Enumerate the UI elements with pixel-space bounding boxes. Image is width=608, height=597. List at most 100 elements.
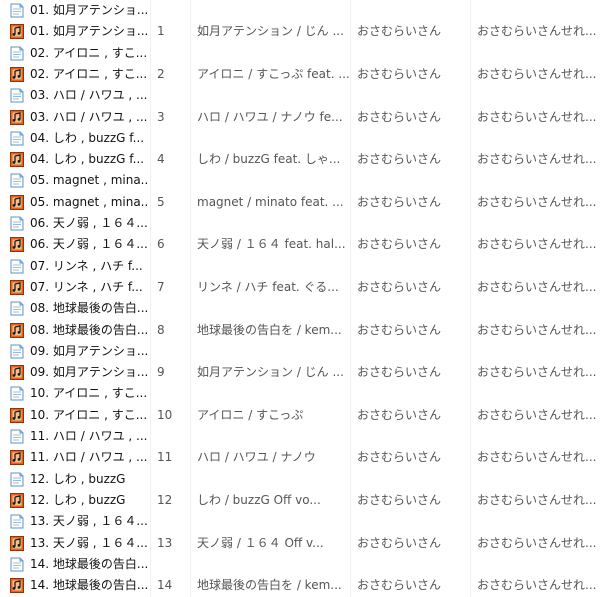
track-title: しわ / buzzG Off vo... <box>197 493 321 507</box>
track-title: ハロ / ハワユ / ナノウ fe... <box>197 110 343 124</box>
file-row[interactable]: 10. アイロニ , すこ... <box>0 383 608 404</box>
file-row[interactable]: 05. magnet , mina... <box>0 170 608 191</box>
track-album: おさむらいさんせれ... <box>477 493 597 507</box>
text-file-icon <box>10 557 24 572</box>
track-number: 10 <box>157 408 173 422</box>
text-file-icon <box>10 216 24 231</box>
file-row[interactable]: 03. ハロ / ハワユ , ... <box>0 85 608 106</box>
text-file-icon <box>10 514 24 529</box>
file-row[interactable]: 01. 如月アテンショ... <box>0 0 608 21</box>
file-row[interactable]: 08. 地球最後の告白... <box>0 298 608 319</box>
file-row[interactable]: 13. 天ノ弱 , １６４... <box>0 511 608 532</box>
file-name: 01. 如月アテンショ... <box>30 3 148 17</box>
file-row[interactable]: 14. 地球最後の告白... 14 地球最後の告白を / kem... おさむら… <box>0 575 608 596</box>
track-album: おさむらいさんせれ... <box>477 323 597 337</box>
file-row[interactable]: 04. しわ , buzzG f... 4 しわ / buzzG feat. し… <box>0 149 608 170</box>
file-row[interactable]: 08. 地球最後の告白... 8 地球最後の告白を / kem... おさむらい… <box>0 320 608 341</box>
text-file-icon <box>10 259 24 274</box>
file-row[interactable]: 11. ハロ / ハワユ , ... 11 ハロ / ハワユ / ナノウ おさむ… <box>0 447 608 468</box>
track-album: おさむらいさんせれ... <box>477 110 597 124</box>
text-file-icon <box>10 131 24 146</box>
file-name: 02. アイロニ , すこ... <box>30 46 148 60</box>
file-row[interactable]: 10. アイロニ , すこ... 10 アイロニ / すこっぷ おさむらいさん … <box>0 405 608 426</box>
track-artist: おさむらいさん <box>357 408 442 422</box>
file-row[interactable]: 09. 如月アテンショ... <box>0 341 608 362</box>
file-name: 10. アイロニ , すこ... <box>30 408 148 422</box>
track-artist: おさむらいさん <box>357 323 442 337</box>
file-name: 12. しわ , buzzG <box>30 493 126 507</box>
file-name: 07. リンネ , ハチ f... <box>30 259 143 273</box>
audio-file-icon <box>10 408 24 423</box>
track-title: アイロニ / すこっぷ feat. ... <box>197 67 349 81</box>
track-artist: おさむらいさん <box>357 195 442 209</box>
track-number: 3 <box>157 110 165 124</box>
file-row[interactable]: 07. リンネ , ハチ f... <box>0 256 608 277</box>
track-title: リンネ / ハチ feat. ぐる... <box>197 280 339 294</box>
track-number: 7 <box>157 280 165 294</box>
audio-file-icon <box>10 110 24 125</box>
track-title: 地球最後の告白を / kem... <box>197 323 342 337</box>
track-number: 12 <box>157 493 173 507</box>
file-row[interactable]: 12. しわ , buzzG <box>0 469 608 490</box>
file-row[interactable]: 01. 如月アテンショ... 1 如月アテンション / じん ... おさむらい… <box>0 21 608 42</box>
track-number: 8 <box>157 323 165 337</box>
track-artist: おさむらいさん <box>357 280 442 294</box>
file-row[interactable]: 14. 地球最後の告白... <box>0 554 608 575</box>
track-title: 如月アテンション / じん ... <box>197 24 344 38</box>
file-row[interactable]: 11. ハロ / ハワユ , ... <box>0 426 608 447</box>
file-name: 05. magnet , mina... <box>30 173 148 187</box>
track-title: magnet / minato feat. ... <box>197 195 344 209</box>
file-name: 08. 地球最後の告白... <box>30 301 148 315</box>
file-row[interactable]: 07. リンネ , ハチ f... 7 リンネ / ハチ feat. ぐる...… <box>0 277 608 298</box>
text-file-icon <box>10 88 24 103</box>
track-album: おさむらいさんせれ... <box>477 67 597 81</box>
track-title: ハロ / ハワユ / ナノウ <box>197 450 316 464</box>
track-album: おさむらいさんせれ... <box>477 280 597 294</box>
track-album: おさむらいさんせれ... <box>477 408 597 422</box>
file-row[interactable]: 09. 如月アテンショ... 9 如月アテンション / じん ... おさむらい… <box>0 362 608 383</box>
file-row[interactable]: 13. 天ノ弱 , １６４... 13 天ノ弱 / １６４ Off v... お… <box>0 533 608 554</box>
audio-file-icon <box>10 323 24 338</box>
track-title: 天ノ弱 / １６４ feat. hal... <box>197 237 346 251</box>
text-file-icon <box>10 344 24 359</box>
text-file-icon <box>10 429 24 444</box>
track-album: おさむらいさんせれ... <box>477 450 597 464</box>
text-file-icon <box>10 3 24 18</box>
text-file-icon <box>10 46 24 61</box>
file-name: 08. 地球最後の告白... <box>30 323 148 337</box>
file-name: 13. 天ノ弱 , １６４... <box>30 514 148 528</box>
track-number: 2 <box>157 67 165 81</box>
text-file-icon <box>10 301 24 316</box>
file-row[interactable]: 06. 天ノ弱 , １６４... 6 天ノ弱 / １６４ feat. hal..… <box>0 234 608 255</box>
file-name: 09. 如月アテンショ... <box>30 365 148 379</box>
file-row[interactable]: 03. ハロ / ハワユ , ... 3 ハロ / ハワユ / ナノウ fe..… <box>0 107 608 128</box>
file-row[interactable]: 02. アイロニ , すこ... 2 アイロニ / すこっぷ feat. ...… <box>0 64 608 85</box>
track-album: おさむらいさんせれ... <box>477 237 597 251</box>
track-number: 11 <box>157 450 173 464</box>
text-file-icon <box>10 173 24 188</box>
audio-file-icon <box>10 450 24 465</box>
file-row[interactable]: 05. magnet , mina... 5 magnet / minato f… <box>0 192 608 213</box>
file-name: 14. 地球最後の告白... <box>30 557 148 571</box>
file-name: 03. ハロ / ハワユ , ... <box>30 88 148 102</box>
track-number: 14 <box>157 578 173 592</box>
file-name: 09. 如月アテンショ... <box>30 344 148 358</box>
file-name: 11. ハロ / ハワユ , ... <box>30 429 148 443</box>
file-row[interactable]: 06. 天ノ弱 , １６４... <box>0 213 608 234</box>
track-number: 13 <box>157 536 173 550</box>
file-row[interactable]: 04. しわ , buzzG f... <box>0 128 608 149</box>
file-row[interactable]: 12. しわ , buzzG 12 しわ / buzzG Off vo... お… <box>0 490 608 511</box>
track-artist: おさむらいさん <box>357 237 442 251</box>
track-artist: おさむらいさん <box>357 450 442 464</box>
file-name: 11. ハロ / ハワユ , ... <box>30 450 148 464</box>
track-album: おさむらいさんせれ... <box>477 24 597 38</box>
audio-file-icon <box>10 237 24 252</box>
track-album: おさむらいさんせれ... <box>477 536 597 550</box>
track-number: 5 <box>157 195 165 209</box>
file-name: 13. 天ノ弱 , １６４... <box>30 536 148 550</box>
file-row[interactable]: 02. アイロニ , すこ... <box>0 43 608 64</box>
file-name: 01. 如月アテンショ... <box>30 24 148 38</box>
file-list: 01. 如月アテンショ... 01. 如月アテンショ... 1 如月アテンション… <box>0 0 608 597</box>
text-file-icon <box>10 472 24 487</box>
track-number: 9 <box>157 365 165 379</box>
